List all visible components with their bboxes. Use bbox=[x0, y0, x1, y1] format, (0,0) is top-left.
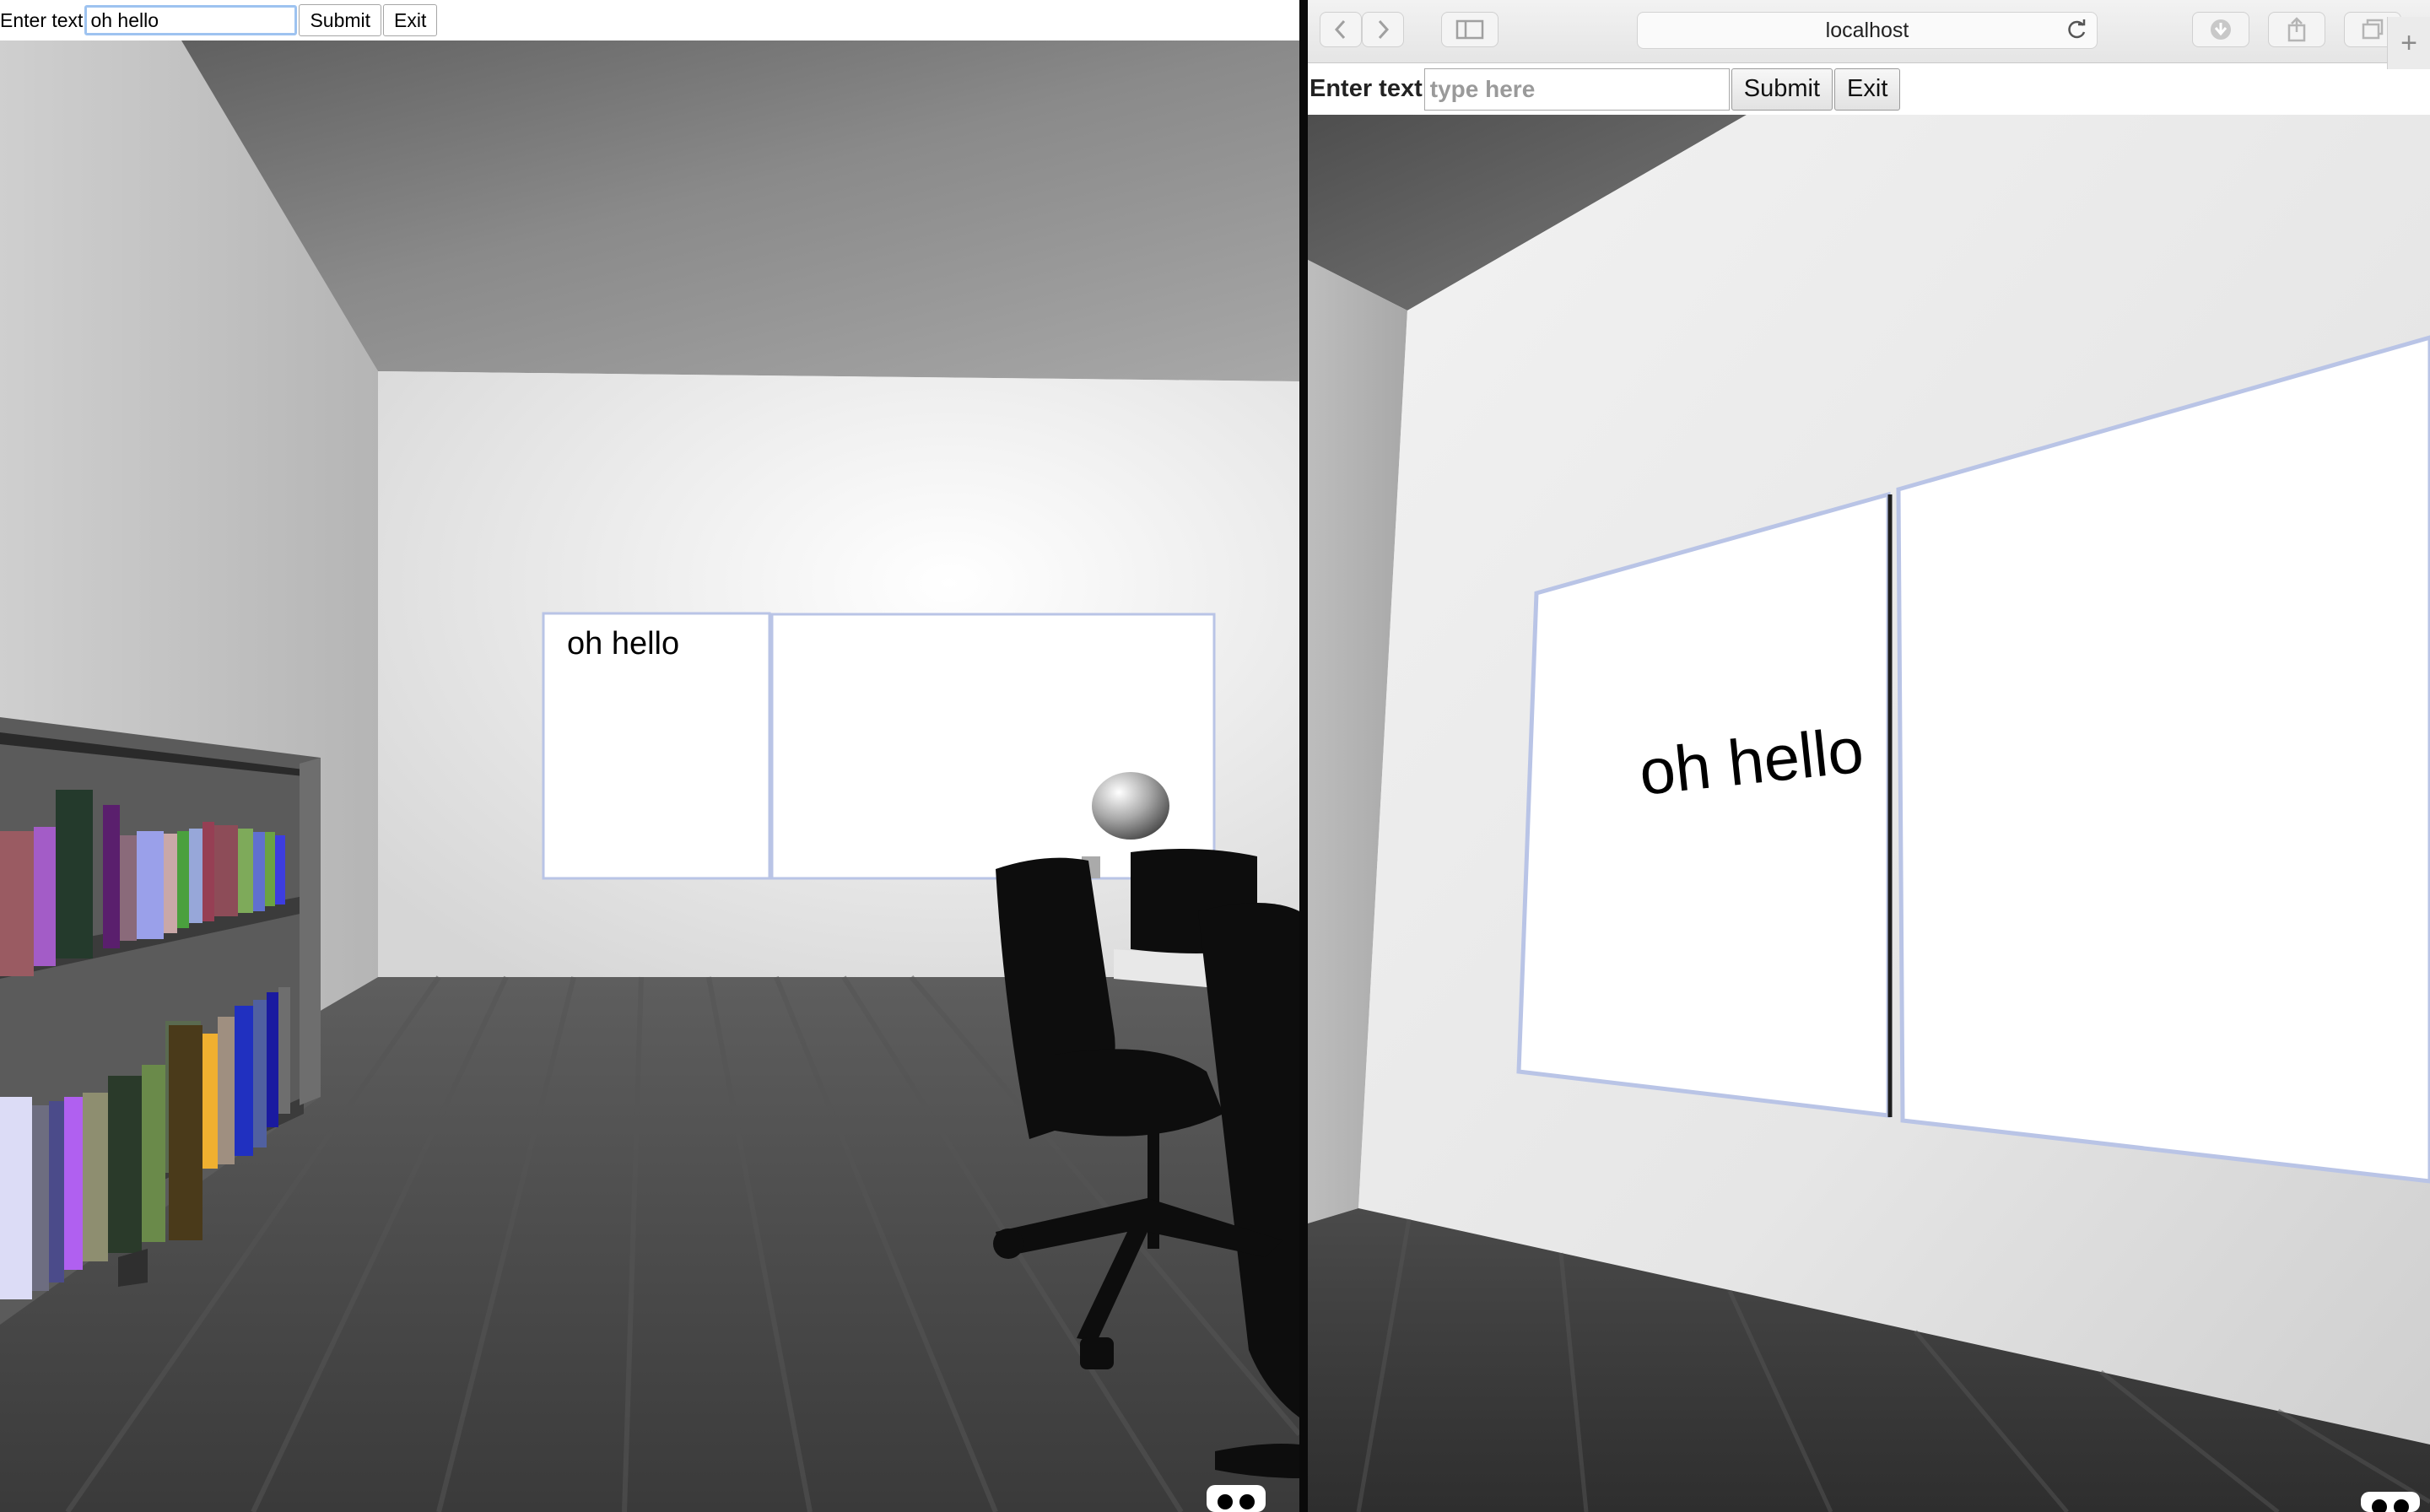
sidebar-icon bbox=[1455, 19, 1484, 40]
plus-icon: + bbox=[2400, 26, 2417, 59]
right-browser-window: localhost + Enter text Submit Exit bbox=[1308, 0, 2430, 1512]
submit-button[interactable]: Submit bbox=[299, 4, 382, 36]
back-arrow-icon bbox=[1334, 19, 1346, 40]
text-entry-form: Enter text Submit Exit bbox=[1308, 63, 2430, 115]
text-input[interactable] bbox=[1423, 68, 1730, 111]
whiteboard-text: oh hello bbox=[567, 626, 679, 662]
download-icon bbox=[2211, 19, 2231, 40]
room-scene: oh hello bbox=[0, 40, 1299, 1512]
text-input[interactable] bbox=[84, 5, 298, 35]
vr-goggles-icon[interactable] bbox=[1207, 1485, 1266, 1512]
forward-button[interactable] bbox=[1362, 12, 1404, 47]
reload-icon[interactable] bbox=[2065, 19, 2088, 42]
sphere-object bbox=[1092, 772, 1169, 840]
vr-goggles-icon[interactable] bbox=[2361, 1492, 2420, 1512]
downloads-button[interactable] bbox=[2192, 12, 2249, 47]
room-scene: oh hello bbox=[1308, 115, 2430, 1512]
whiteboard-right bbox=[770, 613, 1216, 880]
sidebar-button[interactable] bbox=[1441, 12, 1498, 47]
address-bar[interactable]: localhost bbox=[1637, 12, 2098, 49]
left-vr-view: Enter text Submit Exit bbox=[0, 0, 1299, 1512]
whiteboard-left bbox=[1516, 491, 1891, 1118]
address-text: localhost bbox=[1825, 18, 1909, 42]
new-tab-button[interactable]: + bbox=[2387, 17, 2430, 69]
exit-button[interactable]: Exit bbox=[383, 4, 438, 36]
share-icon bbox=[2287, 17, 2306, 42]
enter-text-label: Enter text bbox=[1310, 75, 1423, 102]
tabs-icon bbox=[2362, 19, 2384, 40]
submit-button[interactable]: Submit bbox=[1731, 68, 1833, 111]
browser-toolbar: localhost + bbox=[1308, 0, 2430, 69]
enter-text-label: Enter text bbox=[0, 8, 84, 31]
share-button[interactable] bbox=[2268, 12, 2325, 47]
text-entry-form: Enter text Submit Exit bbox=[0, 0, 1299, 40]
back-button[interactable] bbox=[1320, 12, 1362, 47]
forward-arrow-icon bbox=[1378, 19, 1390, 40]
exit-button[interactable]: Exit bbox=[1834, 68, 1901, 111]
split-divider bbox=[1299, 0, 1308, 1512]
